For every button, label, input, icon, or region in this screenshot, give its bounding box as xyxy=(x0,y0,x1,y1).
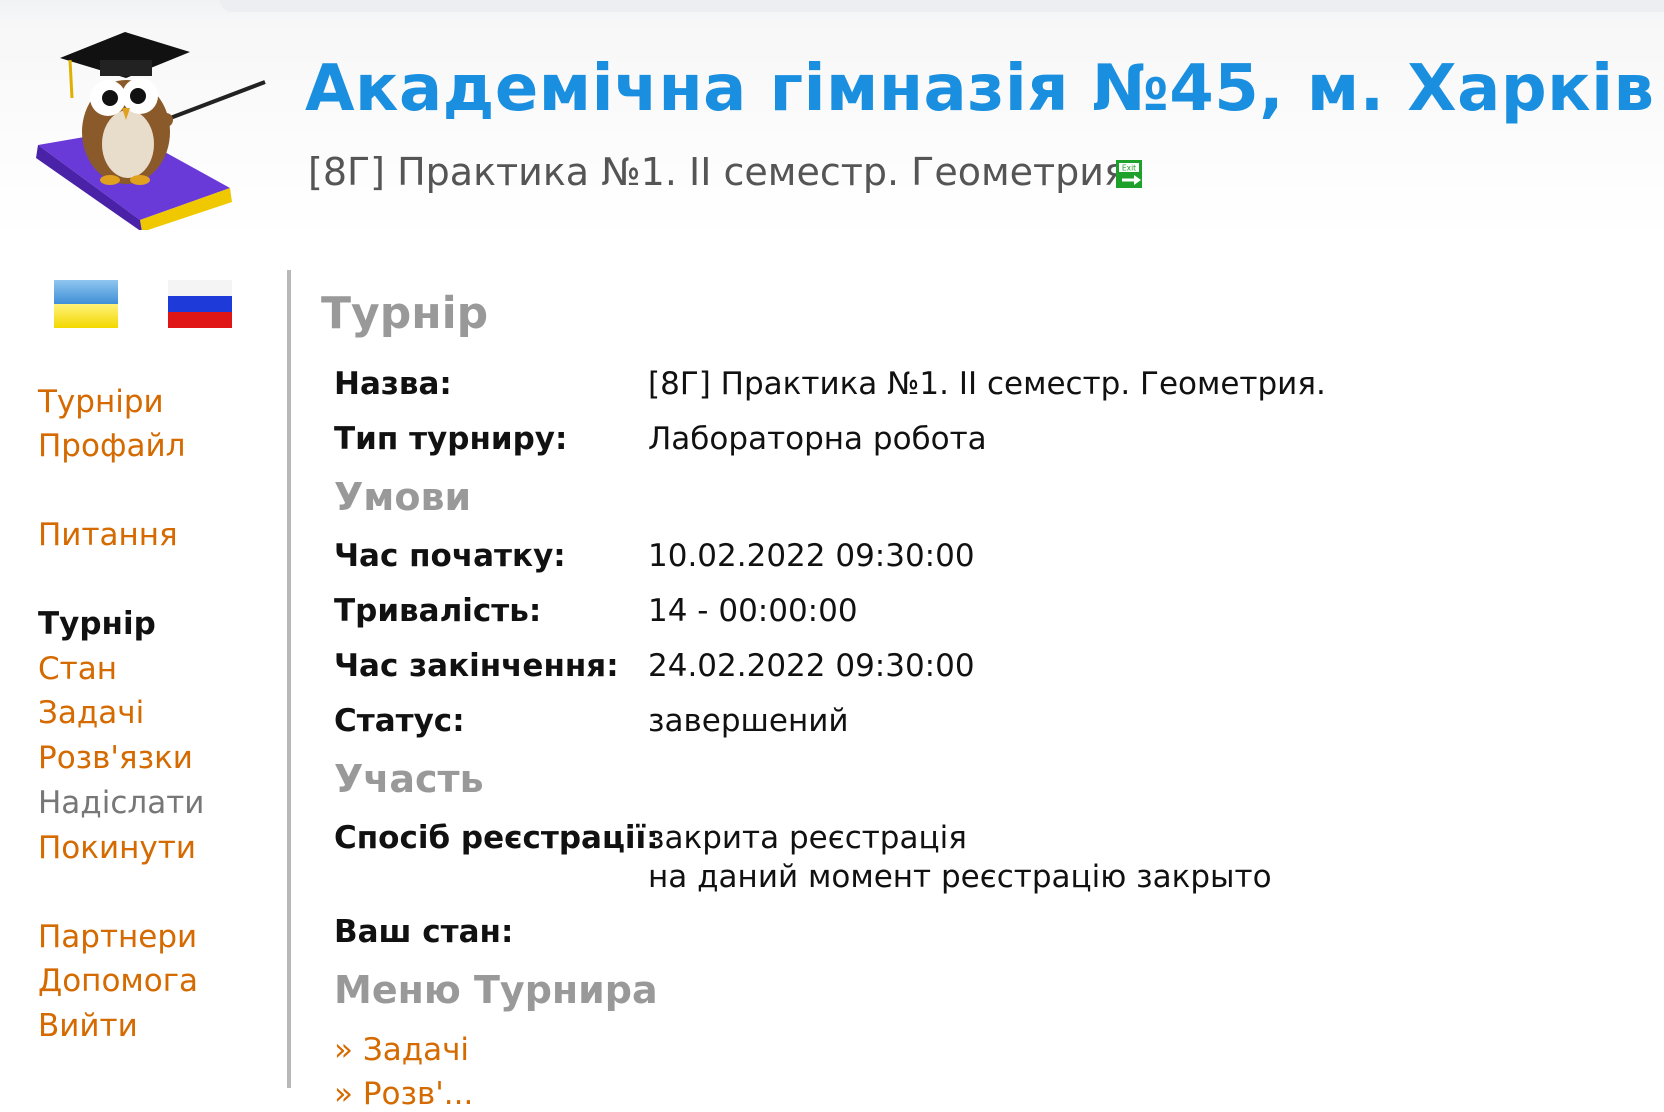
owl-on-book-logo[interactable] xyxy=(30,20,280,230)
exit-door-icon[interactable]: Exit xyxy=(1114,158,1146,190)
sidebar-item-logout[interactable]: Вийти xyxy=(38,1008,138,1044)
end-time-value: 24.02.2022 09:30:00 xyxy=(648,648,975,684)
sidebar-item-state[interactable]: Стан xyxy=(38,651,117,687)
tournament-subtitle: [8Г] Практика №1. II семестр. Геометрия. xyxy=(308,150,1139,194)
registration-value: закрита реєстрація xyxy=(648,820,967,856)
sidebar-item-partners[interactable]: Партнери xyxy=(38,919,197,955)
registration-note: на даний момент реєстрацію закрыто xyxy=(648,859,1272,895)
name-value: [8Г] Практика №1. II семестр. Геометрия. xyxy=(648,366,1326,402)
participation-heading: Участь xyxy=(334,757,484,801)
conditions-heading: Умови xyxy=(334,475,472,519)
end-time-label: Час закінчення: xyxy=(334,648,619,684)
status-label: Статус: xyxy=(334,703,465,739)
ukraine-flag-icon[interactable] xyxy=(54,280,118,328)
tournament-menu-item-tasks[interactable]: » Задачі xyxy=(334,1032,469,1068)
name-label: Назва: xyxy=(334,366,452,402)
sidebar-item-profile[interactable]: Профайл xyxy=(38,428,185,464)
browser-tab-edge xyxy=(220,0,1664,12)
sidebar-item-questions[interactable]: Питання xyxy=(38,517,178,553)
sidebar-item-leave[interactable]: Покинути xyxy=(38,830,196,866)
svg-text:Exit: Exit xyxy=(1122,164,1136,173)
duration-value: 14 - 00:00:00 xyxy=(648,593,858,629)
sidebar-item-tournament: Турнір xyxy=(38,606,156,642)
your-state-label: Ваш стан: xyxy=(334,914,514,950)
status-value: завершений xyxy=(648,703,849,739)
page-title: Турнір xyxy=(321,288,489,339)
type-label: Тип турниру: xyxy=(334,421,568,457)
sidebar-item-solutions[interactable]: Розв'язки xyxy=(38,740,193,776)
sidebar-item-help[interactable]: Допомога xyxy=(38,963,198,999)
duration-label: Тривалість: xyxy=(334,593,542,629)
sidebar-item-tasks[interactable]: Задачі xyxy=(38,695,144,731)
sidebar-divider xyxy=(287,270,291,1088)
registration-label: Спосіб реєстрації: xyxy=(334,820,659,856)
tournament-menu-item-solutions[interactable]: » Розв'... xyxy=(334,1076,473,1112)
start-time-label: Час початку: xyxy=(334,538,566,574)
sidebar-item-tournaments[interactable]: Турніри xyxy=(38,384,164,420)
russia-flag-icon[interactable] xyxy=(168,280,232,328)
site-title: Академічна гімназія №45, м. Харків xyxy=(305,52,1655,126)
start-time-value: 10.02.2022 09:30:00 xyxy=(648,538,975,574)
sidebar-item-submit: Надіслати xyxy=(38,785,205,821)
type-value: Лабораторна робота xyxy=(648,421,987,457)
tournament-menu-heading: Меню Турнира xyxy=(334,968,658,1012)
